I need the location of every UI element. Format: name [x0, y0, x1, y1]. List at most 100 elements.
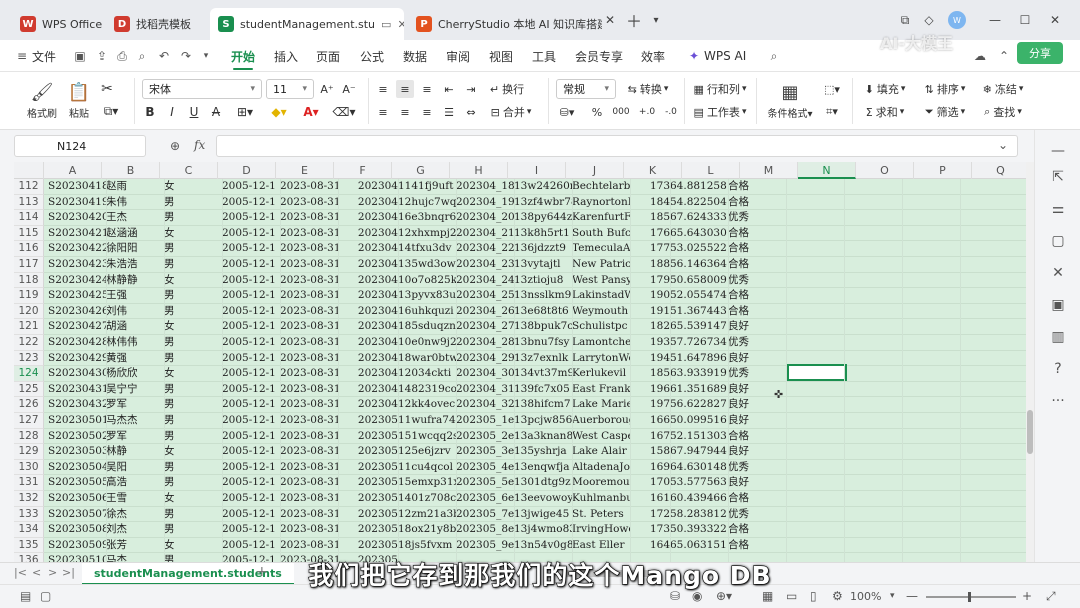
- cell-g[interactable]: 14tfxu3dv: [398, 241, 456, 257]
- cell-d[interactable]: 2005-12-1: [222, 351, 280, 367]
- cell-l[interactable]: 63.933919: [670, 366, 728, 382]
- cell-i[interactable]: 13pcjw856: [514, 413, 572, 429]
- cell-c[interactable]: 女: [164, 444, 222, 460]
- row-header[interactable]: 129: [14, 444, 44, 460]
- cell-c[interactable]: 男: [164, 429, 222, 445]
- cell-k[interactable]: 193: [630, 335, 670, 351]
- cell-d[interactable]: 2005-12-1: [222, 257, 280, 273]
- tab-wps-office[interactable]: W WPS Office: [12, 8, 104, 40]
- row-header[interactable]: 136: [14, 553, 44, 562]
- align-bottom-icon[interactable]: ≡: [418, 80, 436, 98]
- cell-k[interactable]: 194: [630, 351, 670, 367]
- format-painter-button[interactable]: 🖌 格式刷: [22, 78, 62, 124]
- cell-l[interactable]: 61.351689: [670, 382, 728, 398]
- cell-l[interactable]: 50.658009: [670, 273, 728, 289]
- cell-f[interactable]: 202304: [338, 319, 398, 335]
- cell-k[interactable]: 190: [630, 288, 670, 304]
- cell-g[interactable]: 16e3bnqr6c: [398, 210, 456, 226]
- cell-c[interactable]: 男: [164, 460, 222, 476]
- cell-b[interactable]: 赵涵涵: [106, 226, 164, 242]
- cell-d[interactable]: 2005-12-1: [222, 413, 280, 429]
- cell-e[interactable]: 2023-08-31: [280, 382, 338, 398]
- cell-d[interactable]: 2005-12-1: [222, 226, 280, 242]
- cell-d[interactable]: 2005-12-1: [222, 491, 280, 507]
- cell-e[interactable]: 2023-08-31: [280, 366, 338, 382]
- cell-a[interactable]: S20230428: [48, 335, 106, 351]
- decimal-increase-icon[interactable]: +.0: [636, 103, 658, 121]
- cell-d[interactable]: 2005-12-1: [222, 538, 280, 554]
- row-header[interactable]: 127: [14, 413, 44, 429]
- cell-j[interactable]: New Patric: [572, 257, 630, 273]
- row-header[interactable]: 124: [14, 366, 44, 382]
- cell-i[interactable]: 134vt37m9: [514, 366, 572, 382]
- redo-icon[interactable]: ↷: [178, 48, 194, 64]
- cell-d[interactable]: 2005-12-1: [222, 382, 280, 398]
- print-icon[interactable]: ⎙: [114, 48, 130, 64]
- cell-k[interactable]: 173: [630, 179, 670, 195]
- indent-increase-icon[interactable]: ⇥: [462, 80, 480, 98]
- cell-f[interactable]: 202304: [338, 382, 398, 398]
- row-header[interactable]: 115: [14, 225, 44, 242]
- cell-j[interactable]: IrvingHowe: [572, 522, 630, 538]
- cut-icon[interactable]: ✂: [98, 80, 116, 98]
- font-size-select[interactable]: 11 ▾: [266, 79, 314, 99]
- spreadsheet-grid[interactable]: ABCDEFGHIJKLMNOPQ 112 S20230418 赵雨女 2005-12…: [14, 162, 1026, 562]
- cell-a[interactable]: S20230508: [48, 522, 106, 538]
- cell-c[interactable]: 女: [164, 179, 222, 195]
- menu-tools[interactable]: 工具: [532, 40, 556, 72]
- cell-j[interactable]: KarenfurtF: [572, 210, 630, 226]
- prev-sheet-icon[interactable]: <: [32, 566, 41, 579]
- cell-l[interactable]: 57.726734: [670, 335, 728, 351]
- cell-i[interactable]: 13n54v0g8: [514, 538, 572, 554]
- font-name-select[interactable]: 宋体 ▾: [142, 79, 262, 99]
- cell-f[interactable]: 202304: [338, 397, 398, 413]
- cell-m[interactable]: 合格: [728, 179, 768, 195]
- cell-e[interactable]: 2023-08-31: [280, 444, 338, 460]
- align-right-icon[interactable]: ≡: [418, 103, 436, 121]
- cell-k[interactable]: 191: [630, 304, 670, 320]
- row-header[interactable]: 121: [14, 319, 44, 335]
- row-header[interactable]: 132: [14, 491, 44, 507]
- zoom-icon[interactable]: ⊕: [170, 139, 180, 153]
- cell-c[interactable]: 男: [164, 195, 222, 211]
- cube-icon[interactable]: ◇: [920, 10, 938, 30]
- cell-k[interactable]: 169: [630, 460, 670, 476]
- cell-i[interactable]: 13eevowoy: [514, 491, 572, 507]
- cell-d[interactable]: 2005-12-1: [222, 241, 280, 257]
- cell-c[interactable]: 男: [164, 335, 222, 351]
- close-icon[interactable]: ✕: [602, 10, 618, 30]
- border-button[interactable]: ⊞▾: [232, 103, 258, 121]
- cell-h[interactable]: 202305_3e: [456, 444, 514, 460]
- justify-icon[interactable]: ☰: [440, 103, 458, 121]
- cell-k[interactable]: 172: [630, 507, 670, 523]
- book-icon[interactable]: ▥: [1049, 328, 1067, 346]
- zoom-level[interactable]: 100%: [850, 590, 881, 603]
- cell-c[interactable]: 女: [164, 273, 222, 289]
- column-header-e[interactable]: E: [276, 162, 334, 179]
- worksheet-button[interactable]: ▤ 工作表 ▾: [690, 103, 750, 121]
- cell-a[interactable]: S20230420: [48, 210, 106, 226]
- cell-e[interactable]: 2023-08-31: [280, 241, 338, 257]
- cell-f[interactable]: 202304: [338, 210, 398, 226]
- search-icon[interactable]: ⌕: [766, 48, 782, 64]
- cell-f[interactable]: 202304: [338, 366, 398, 382]
- cell-h[interactable]: 202304_31: [456, 382, 514, 398]
- cell-h[interactable]: 202304_18: [456, 179, 514, 195]
- cell-j[interactable]: Mooremouth: [572, 475, 630, 491]
- cell-h[interactable]: 202305_6e: [456, 491, 514, 507]
- cell-h[interactable]: 202305_9e: [456, 538, 514, 554]
- cell-m[interactable]: 优秀: [728, 210, 768, 226]
- cell-m[interactable]: 合格: [728, 522, 768, 538]
- cell-c[interactable]: 男: [164, 397, 222, 413]
- cell-j[interactable]: Lake Alair: [572, 444, 630, 460]
- cell-d[interactable]: 2005-12-1: [222, 444, 280, 460]
- cell-j[interactable]: Kerlukevil: [572, 366, 630, 382]
- cell-l[interactable]: 50.393322: [670, 522, 728, 538]
- cell-e[interactable]: 2023-08-31: [280, 460, 338, 476]
- cell-a[interactable]: S20230429: [48, 351, 106, 367]
- cell-k[interactable]: 177: [630, 241, 670, 257]
- cell-i[interactable]: 13zf4wbr78: [514, 195, 572, 211]
- cell-h[interactable]: 202304_22: [456, 241, 514, 257]
- cell-d[interactable]: 2005-12-1: [222, 304, 280, 320]
- cell-i[interactable]: 13vytajtl: [514, 257, 572, 273]
